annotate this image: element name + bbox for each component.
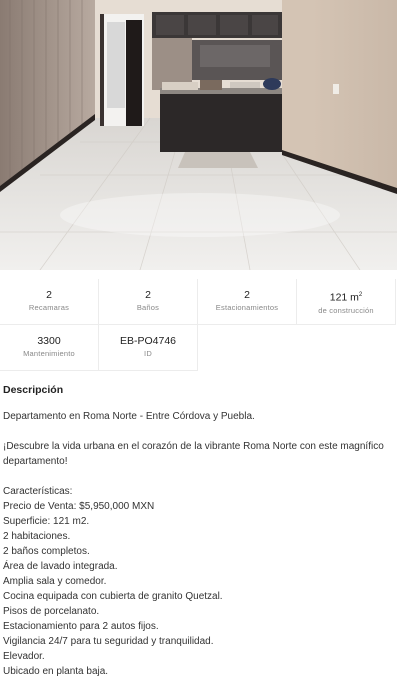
property-stats: 2 Recamaras 2 Baños 2 Estacionamientos 1… xyxy=(0,279,398,371)
description-hook: ¡Descubre la vida urbana en el corazón d… xyxy=(3,441,384,467)
stat-label: ID xyxy=(144,349,152,358)
feature-item: Amplia sala y comedor. xyxy=(3,576,107,587)
listing-page: 2 Recamaras 2 Baños 2 Estacionamientos 1… xyxy=(0,0,400,677)
stat-value: 3300 xyxy=(37,335,61,347)
stat-label: Mantenimiento xyxy=(23,349,75,358)
stat-listing-id: EB-PO4746 ID xyxy=(99,325,198,371)
feature-item: Pisos de porcelanato. xyxy=(3,606,100,617)
stat-label: Recamaras xyxy=(28,303,70,312)
stat-bedrooms: 2 Recamaras xyxy=(0,279,99,325)
description-intro: Departamento en Roma Norte - Entre Córdo… xyxy=(3,411,255,422)
feature-item: Vigilancia 24/7 para tu seguridad y tran… xyxy=(3,636,214,647)
stat-label: Baños xyxy=(136,303,160,312)
features-title: Características: xyxy=(3,486,73,497)
area-unit-superscript: 2 xyxy=(358,292,363,298)
feature-item: Superficie: 121 m2. xyxy=(3,516,90,527)
description-title: Descripción xyxy=(3,384,64,396)
feature-item: Cocina equipada con cubierta de granito … xyxy=(3,591,223,602)
feature-item: Estacionamiento para 2 autos fijos. xyxy=(3,621,159,632)
feature-item: Elevador. xyxy=(3,651,45,662)
feature-item: Área de lavado integrada. xyxy=(3,561,118,572)
stat-value: EB-PO4746 xyxy=(119,335,177,347)
stat-bathrooms: 2 Baños xyxy=(99,279,198,325)
description-section: Descripción Departamento en Roma Norte -… xyxy=(3,384,393,679)
stat-value: 2 xyxy=(46,289,52,301)
stats-row: 3300 Mantenimiento EB-PO4746 ID xyxy=(0,325,398,371)
feature-item: Ubicado en planta baja. xyxy=(3,666,109,677)
feature-item: Precio de Venta: $5,950,000 MXN xyxy=(3,501,155,512)
property-photo[interactable] xyxy=(0,0,397,270)
stat-value: 2 xyxy=(145,289,151,301)
feature-item: 2 habitaciones. xyxy=(3,531,71,542)
stat-value: 2 xyxy=(244,289,250,301)
stat-empty xyxy=(198,325,297,371)
apartment-interior-image xyxy=(0,0,397,270)
stat-value: 121 m2 xyxy=(297,289,395,305)
features-list: Precio de Venta: $5,950,000 MXN Superfic… xyxy=(3,499,393,679)
stat-construction-area: 121 m2 de construcción xyxy=(297,279,396,325)
stat-parking: 2 Estacionamientos xyxy=(198,279,297,325)
stat-empty xyxy=(297,325,396,371)
stat-maintenance: 3300 Mantenimiento xyxy=(0,325,99,371)
stats-row: 2 Recamaras 2 Baños 2 Estacionamientos 1… xyxy=(0,279,398,325)
stat-label: de construcción xyxy=(318,305,374,315)
feature-item: 2 baños completos. xyxy=(3,546,90,557)
stat-label: Estacionamientos xyxy=(215,303,279,312)
area-value: 121 m xyxy=(329,291,359,304)
